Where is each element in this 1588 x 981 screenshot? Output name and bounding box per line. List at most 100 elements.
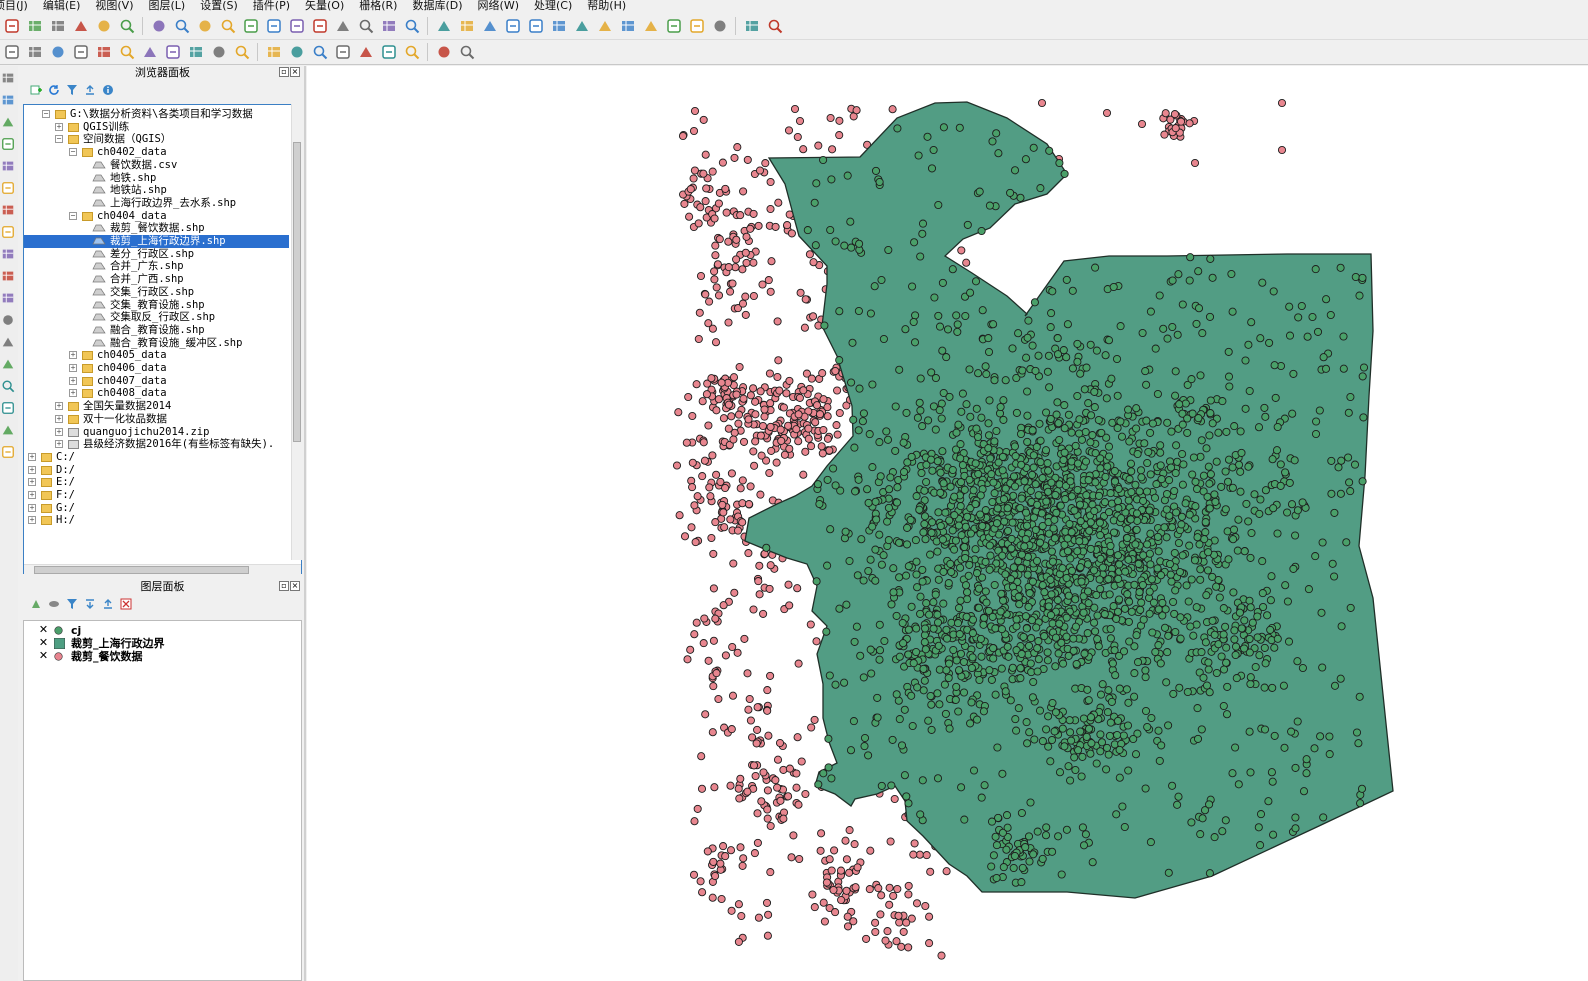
expand-toggle-icon[interactable]: − (69, 211, 77, 220)
expand-toggle-icon[interactable]: + (55, 402, 63, 411)
browser-folder-item[interactable]: + quanguojichu2014.zip (24, 426, 289, 439)
zoom-in-icon[interactable] (219, 17, 237, 35)
map-tips-icon[interactable] (642, 17, 660, 35)
browser-folder-item[interactable]: + QGIS训练 (24, 121, 289, 134)
menu-item[interactable]: 矢量(O) (305, 0, 344, 12)
label-pin-icon[interactable] (288, 43, 306, 61)
csv-icon[interactable] (435, 43, 453, 61)
expand-toggle-icon[interactable]: + (28, 491, 36, 499)
label-show-icon[interactable] (380, 43, 398, 61)
browser-folder-item[interactable]: + ch0405_data (24, 349, 289, 362)
add-spatialite-icon[interactable] (1, 137, 17, 153)
add-wfs-icon[interactable] (1, 247, 17, 263)
label-change-icon[interactable] (357, 43, 375, 61)
add-feature-icon[interactable] (72, 43, 90, 61)
browser-file-item[interactable]: 裁剪_上海行政边界.shp (24, 235, 289, 248)
save-edits-icon[interactable] (49, 43, 67, 61)
browser-folder-item[interactable]: + C:/ (24, 451, 289, 464)
browser-file-item[interactable]: 餐饮数据.csv (24, 159, 289, 172)
add-wms-icon[interactable] (1, 203, 17, 219)
zoom-native-icon[interactable] (265, 17, 283, 35)
add-virtual-icon[interactable] (1, 291, 17, 307)
statistics-icon[interactable] (596, 17, 614, 35)
help-icon[interactable] (743, 17, 761, 35)
digitize-icon[interactable] (3, 43, 21, 61)
browser-file-item[interactable]: 差分_行政区.shp (24, 248, 289, 261)
expand-toggle-icon[interactable]: + (55, 122, 63, 131)
zoom-out-icon[interactable] (242, 17, 260, 35)
open-icon[interactable] (26, 17, 44, 35)
browser-file-item[interactable]: 交集取反_行政区.shp (24, 311, 289, 324)
layout-manager-icon[interactable] (118, 17, 136, 35)
add-vector-icon[interactable] (1, 71, 17, 87)
cut-icon[interactable] (187, 43, 205, 61)
bookmark-icon[interactable] (665, 17, 683, 35)
zoom-full-icon[interactable] (288, 17, 306, 35)
expand-all-icon[interactable] (83, 597, 97, 611)
browser-file-item[interactable]: 地铁站.shp (24, 184, 289, 197)
collapse-all-icon[interactable] (83, 83, 97, 97)
select-icon[interactable] (481, 17, 499, 35)
browser-folder-item[interactable]: − ch0404_data (24, 210, 289, 223)
attribute-table-icon[interactable] (550, 17, 568, 35)
browser-folder-item[interactable]: − 空间数据（QGIS） (24, 133, 289, 146)
measure-line-icon[interactable] (1, 401, 17, 417)
panel-splitter[interactable] (304, 66, 306, 981)
filter-icon[interactable] (65, 83, 79, 97)
map-canvas[interactable] (307, 66, 1588, 981)
add-part-icon[interactable] (1, 379, 17, 395)
browser-folder-item[interactable]: + G:/ (24, 502, 289, 515)
label-icon[interactable] (265, 43, 283, 61)
python-icon[interactable] (458, 43, 476, 61)
browser-horizontal-scrollbar[interactable] (24, 564, 301, 575)
add-selected-icon[interactable] (29, 83, 43, 97)
browser-file-item[interactable]: 地铁.shp (24, 172, 289, 185)
add-gpx-icon[interactable] (1, 335, 17, 351)
expand-toggle-icon[interactable]: + (55, 427, 63, 436)
browser-file-item[interactable]: 交集_行政区.shp (24, 286, 289, 299)
whats-this-icon[interactable] (766, 17, 784, 35)
collapse-all-icon[interactable] (101, 597, 115, 611)
expand-toggle-icon[interactable]: + (55, 440, 63, 449)
browser-file-item[interactable]: 上海行政边界_去水系.shp (24, 197, 289, 210)
layer-visibility-checkbox[interactable]: ✕ (38, 650, 49, 662)
refresh-icon[interactable] (403, 17, 421, 35)
layer-visibility-checkbox[interactable]: ✕ (38, 624, 49, 636)
add-polygon-icon[interactable] (95, 43, 113, 61)
browser-folder-item[interactable]: + 全国矢量数据2014 (24, 400, 289, 413)
layer-visibility-checkbox[interactable]: ✕ (38, 637, 49, 649)
browser-folder-item[interactable]: − G:\数据分析资料\各类项目和学习数据 (24, 108, 289, 121)
browser-tree[interactable]: − G:\数据分析资料\各类项目和学习数据 + QGIS训练 − 空间数据（QGIS） − c… (23, 104, 302, 574)
menu-item[interactable]: 设置(S) (200, 0, 238, 12)
node-tool-icon[interactable] (141, 43, 159, 61)
expand-toggle-icon[interactable]: + (28, 516, 36, 525)
menu-item[interactable]: 帮助(H) (587, 0, 626, 12)
label-rotate-icon[interactable] (334, 43, 352, 61)
expand-toggle-icon[interactable]: + (28, 465, 36, 474)
pan-to-selection-icon[interactable] (196, 17, 214, 35)
properties-icon[interactable] (101, 83, 115, 97)
float-panel-button[interactable]: ▫ (279, 67, 289, 77)
browser-file-item[interactable]: 合并_广东.shp (24, 260, 289, 273)
filter-legend-icon[interactable] (65, 597, 79, 611)
layer-tree[interactable]: ✕ cj ✕ 裁剪_上海行政边界 ✕ 裁剪_餐饮数据 (23, 620, 302, 981)
label-move-icon[interactable] (311, 43, 329, 61)
add-wcs-icon[interactable] (1, 225, 17, 241)
menu-item[interactable]: 处理(C) (534, 0, 572, 12)
expand-toggle-icon[interactable]: + (69, 376, 77, 385)
gps-icon[interactable] (1, 423, 17, 439)
menu-item[interactable]: 编辑(E) (43, 0, 81, 12)
browser-file-item[interactable]: 融合_教育设施_缓冲区.shp (24, 337, 289, 350)
deselect-icon[interactable] (504, 17, 522, 35)
edit-pencil-icon[interactable] (26, 43, 44, 61)
new-layer-icon[interactable] (1, 313, 17, 329)
expand-toggle-icon[interactable]: − (42, 110, 50, 118)
browser-folder-item[interactable]: + ch0406_data (24, 362, 289, 375)
expand-toggle-icon[interactable]: + (69, 364, 77, 372)
expand-toggle-icon[interactable]: + (28, 478, 36, 487)
add-mssql-icon[interactable] (1, 159, 17, 175)
add-postgis-icon[interactable] (1, 115, 17, 131)
expression-select-icon[interactable] (527, 17, 545, 35)
add-oracle-icon[interactable] (1, 181, 17, 197)
menu-item[interactable]: 栅格(R) (359, 0, 397, 12)
